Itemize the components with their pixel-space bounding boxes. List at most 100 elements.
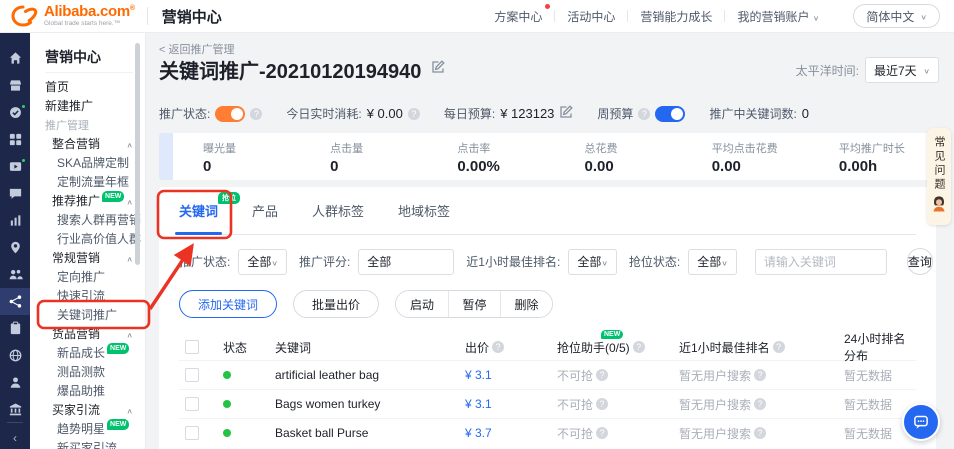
filter-promo-score-input[interactable]	[358, 249, 454, 275]
question-circle-icon[interactable]	[250, 108, 262, 120]
sidebar-item-targeted-promo[interactable]: 定向推广	[30, 267, 145, 286]
sidebar-group-product-marketing[interactable]: 货品营销	[30, 324, 145, 343]
faq-side-tab[interactable]: 常见问题	[927, 128, 951, 225]
question-circle-icon[interactable]	[754, 398, 766, 410]
filter-promo-status-select[interactable]: 全部	[238, 249, 287, 275]
sidebar-item-quick-traffic[interactable]: 快速引流	[30, 286, 145, 305]
rail-verified[interactable]	[0, 99, 30, 126]
clipboard-icon	[8, 321, 23, 336]
active-keywords-count: 推广中关键词数: 0	[709, 105, 809, 122]
date-range-select[interactable]: 最近7天	[865, 57, 939, 83]
rail-bank[interactable]	[0, 396, 30, 423]
weekly-budget-toggle[interactable]	[655, 106, 685, 122]
filter-seize-status-select[interactable]: 全部	[688, 249, 737, 275]
edit-title-icon[interactable]	[431, 60, 445, 79]
question-circle-icon[interactable]	[754, 369, 766, 381]
sidebar-divider	[45, 72, 133, 73]
tab-products[interactable]: 产品	[252, 187, 278, 235]
page-header: 关键词推广-20210120194940	[159, 55, 445, 84]
rail-audience[interactable]	[0, 261, 30, 288]
sidebar-item-ska-brand[interactable]: SKA品牌定制	[30, 153, 145, 172]
rail-video[interactable]	[0, 153, 30, 180]
question-circle-icon[interactable]	[596, 398, 608, 410]
nav-marketing-growth[interactable]: 营销能力成长	[628, 8, 724, 25]
rail-agent[interactable]	[0, 369, 30, 396]
row-checkbox[interactable]	[185, 368, 199, 382]
question-circle-icon[interactable]	[596, 369, 608, 381]
bar-chart-icon	[8, 213, 23, 228]
promo-status-toggle[interactable]	[215, 106, 245, 122]
sidebar-scrollbar[interactable]	[135, 43, 140, 265]
new-badge: NEW	[601, 330, 623, 339]
pause-button[interactable]: 暂停	[448, 291, 500, 317]
sidebar-item-trend-star[interactable]: 趋势明星NEW	[30, 419, 145, 438]
search-button[interactable]: 查询	[907, 248, 933, 275]
nav-activity-center[interactable]: 活动中心	[555, 8, 627, 25]
delete-button[interactable]: 删除	[500, 291, 552, 317]
start-button[interactable]: 启动	[396, 291, 448, 317]
sidebar-item-new-campaign[interactable]: 新建推广	[30, 96, 145, 115]
nav-my-account[interactable]: 我的营销账户	[725, 8, 831, 25]
rail-apps[interactable]	[0, 126, 30, 153]
topbar: Alibaba.com® Global trade starts here.™ …	[0, 0, 954, 33]
rail-clipboard[interactable]	[0, 315, 30, 342]
question-circle-icon[interactable]	[633, 341, 645, 353]
tab-keywords[interactable]: 关键词抢位	[179, 187, 218, 235]
sidebar-item-label: 快速引流	[57, 287, 105, 304]
faq-label: 常见问题	[931, 136, 947, 192]
collapse-sidebar-arrow[interactable]: ‹	[0, 431, 30, 445]
bid-cell[interactable]: ¥ 3.7	[465, 426, 492, 440]
bulk-bid-button[interactable]: 批量出价	[293, 290, 379, 318]
question-circle-icon[interactable]	[638, 108, 650, 120]
green-status-dot	[21, 104, 26, 109]
sidebar-item-new-buyer-traffic[interactable]: 新买家引流	[30, 438, 145, 449]
question-circle-icon[interactable]	[408, 108, 420, 120]
sidebar-item-hot-product-boost[interactable]: 爆品助推	[30, 381, 145, 400]
sidebar-item-new-product-growth[interactable]: 新品成长NEW	[30, 343, 145, 362]
question-circle-icon[interactable]	[773, 341, 785, 353]
tabs-row: 关键词抢位 产品 人群标签 地域标签	[179, 187, 916, 235]
rail-globe[interactable]	[0, 342, 30, 369]
rail-home[interactable]	[0, 45, 30, 72]
question-circle-icon[interactable]	[754, 427, 766, 439]
stat-value: 0	[330, 158, 427, 175]
keywords-table: 状态 关键词 出价 NEW抢位助手(0/5) 近1小时最佳排名 24小时排名分布…	[179, 330, 916, 447]
language-selector[interactable]: 简体中文	[853, 4, 940, 28]
rail-message[interactable]	[0, 180, 30, 207]
timezone-label: 太平洋时间:	[796, 62, 859, 79]
live-chat-button[interactable]	[902, 403, 940, 441]
keyword-search-input[interactable]	[755, 249, 887, 275]
select-value: 全部	[247, 253, 271, 270]
alibaba-logo[interactable]: Alibaba.com® Global trade starts here.™	[10, 4, 135, 28]
tab-region-tags[interactable]: 地域标签	[398, 187, 450, 235]
sidebar-group-regular-marketing[interactable]: 常规营销	[30, 248, 145, 267]
rail-analytics[interactable]	[0, 207, 30, 234]
rail-storefront[interactable]	[0, 72, 30, 99]
nav-solution-center[interactable]: 方案中心	[482, 8, 554, 25]
stat-value: 0.00%	[457, 158, 554, 175]
rail-promotion-active[interactable]	[0, 288, 30, 315]
add-keywords-button[interactable]: 添加关键词	[179, 290, 277, 318]
sidebar-group-buyer-traffic[interactable]: 买家引流	[30, 400, 145, 419]
question-circle-icon[interactable]	[492, 341, 504, 353]
sidebar-item-high-value-audience[interactable]: 行业高价值人群	[30, 229, 145, 248]
tab-audience-tags[interactable]: 人群标签	[312, 187, 364, 235]
rail-location[interactable]	[0, 234, 30, 261]
row-checkbox[interactable]	[185, 397, 199, 411]
sidebar-item-custom-traffic[interactable]: 定制流量年框	[30, 172, 145, 191]
stat-impressions: 曝光量0	[173, 133, 300, 180]
sidebar-item-search-remarketing[interactable]: 搜索人群再营销	[30, 210, 145, 229]
sidebar-item-keyword-promo[interactable]: 关键词推广	[30, 305, 145, 324]
sidebar-group-recommended-promo[interactable]: 推荐推广NEW	[30, 191, 145, 210]
bid-cell[interactable]: ¥ 3.1	[465, 368, 492, 382]
bid-cell[interactable]: ¥ 3.1	[465, 397, 492, 411]
filter-best-rank-select[interactable]: 全部	[568, 249, 617, 275]
question-circle-icon[interactable]	[596, 427, 608, 439]
row-checkbox[interactable]	[185, 426, 199, 440]
edit-budget-icon[interactable]	[559, 105, 573, 122]
sidebar-item-home[interactable]: 首页	[30, 77, 145, 96]
message-icon	[8, 186, 23, 201]
sidebar-group-integrated-marketing[interactable]: 整合营销	[30, 134, 145, 153]
select-all-checkbox[interactable]	[185, 340, 199, 354]
sidebar-item-product-testing[interactable]: 测品测款	[30, 362, 145, 381]
